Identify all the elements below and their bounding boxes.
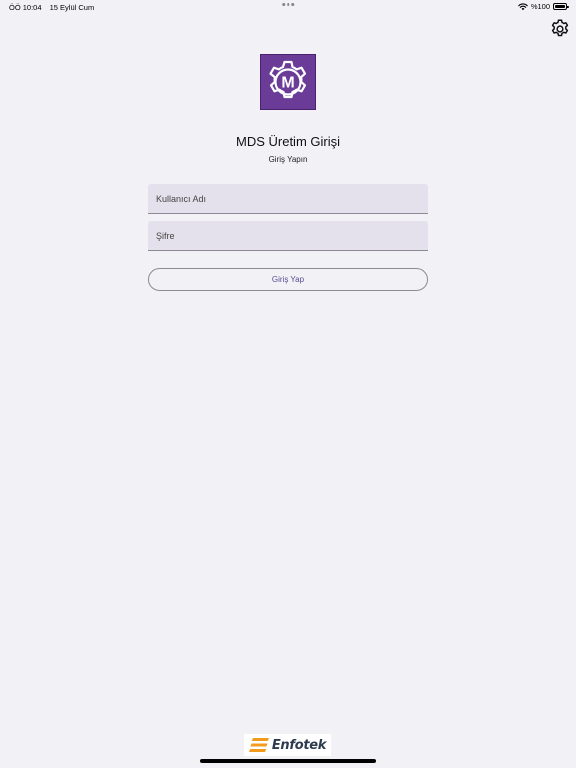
login-button[interactable]: Giriş Yap xyxy=(148,268,428,291)
status-time-date: ÖÖ 10:04 15 Eylül Cum xyxy=(9,3,94,12)
status-indicators: %100 xyxy=(518,2,569,11)
page-subtitle: Giriş Yapın xyxy=(268,155,308,164)
password-input[interactable] xyxy=(148,221,428,250)
page-title: MDS Üretim Girişi xyxy=(236,134,340,149)
multitasking-dots-icon[interactable] xyxy=(282,3,294,6)
gear-icon xyxy=(551,19,569,37)
settings-button[interactable] xyxy=(549,18,571,40)
password-field[interactable] xyxy=(148,221,428,251)
gear-logo-icon: M xyxy=(269,60,307,99)
battery-icon xyxy=(553,3,569,10)
wifi-icon xyxy=(518,3,528,10)
username-field[interactable] xyxy=(148,184,428,214)
app-logo: M xyxy=(260,54,316,110)
battery-percentage: %100 xyxy=(530,2,550,11)
status-time: ÖÖ 10:04 xyxy=(9,3,42,12)
battery-level xyxy=(554,4,566,9)
brand-name: Enfotek xyxy=(271,737,327,753)
status-date: 15 Eylül Cum xyxy=(49,3,95,12)
enfotek-stripes-icon xyxy=(248,738,269,752)
home-indicator[interactable] xyxy=(200,759,376,763)
logo-letter: M xyxy=(281,75,294,92)
brand-logo: Enfotek xyxy=(244,734,331,756)
username-input[interactable] xyxy=(148,184,428,213)
status-bar: ÖÖ 10:04 15 Eylül Cum %100 xyxy=(0,0,576,14)
login-screen: ÖÖ 10:04 15 Eylül Cum %100 M MDS Üretim … xyxy=(0,0,576,768)
